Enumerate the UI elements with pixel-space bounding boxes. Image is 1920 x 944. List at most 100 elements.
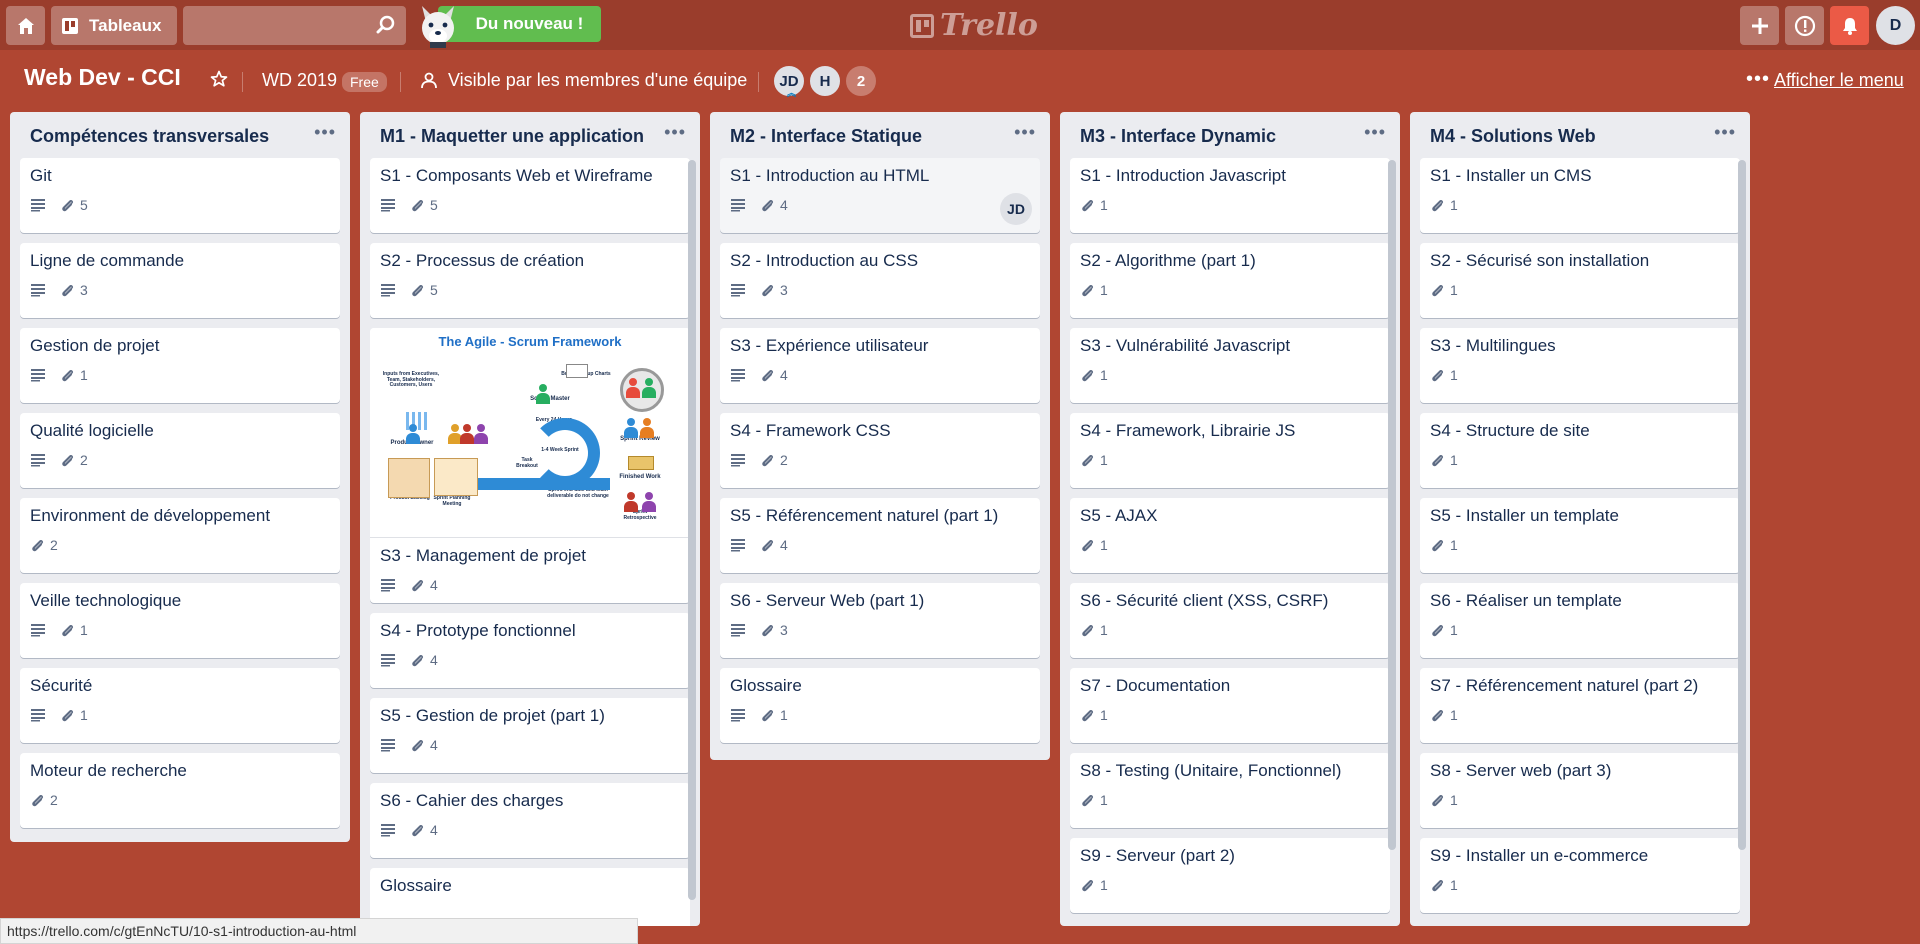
visibility-button[interactable]: Visible par les membres d'une équipe (448, 70, 747, 91)
list-scrollbar[interactable] (1738, 160, 1746, 850)
trello-logo[interactable]: Trello (910, 8, 1038, 43)
boards-button[interactable]: Tableaux (51, 6, 177, 45)
description-icon (731, 369, 745, 382)
list-title[interactable]: M2 - Interface Statique (730, 126, 922, 147)
sprint-backlog-arrow-icon (460, 478, 610, 490)
search-icon[interactable] (376, 15, 396, 35)
list-column[interactable]: M3 - Interface Dynamic ••• S1 - Introducti… (1060, 112, 1400, 926)
card[interactable]: Veille technologique 1 (20, 583, 340, 658)
add-button[interactable] (1740, 6, 1779, 45)
card[interactable]: S2 - Processus de création 5 (370, 243, 690, 318)
list-menu-icon[interactable]: ••• (664, 122, 686, 143)
description-icon (381, 739, 395, 752)
card[interactable]: S3 - Expérience utilisateur 4 (720, 328, 1040, 403)
taco-mascot-icon[interactable] (416, 2, 460, 48)
search-input[interactable] (183, 6, 406, 45)
list-menu-icon[interactable]: ••• (1014, 122, 1036, 143)
card[interactable]: S6 - Réaliser un template 1 (1420, 583, 1740, 658)
card[interactable]: S5 - AJAX 1 (1070, 498, 1390, 573)
more-members-count[interactable]: 2 (844, 64, 878, 98)
board-title[interactable]: Web Dev - CCI (24, 64, 181, 91)
whats-new-button[interactable]: Du nouveau ! (438, 6, 601, 42)
card[interactable]: S2 - Sécurisé son installation 1 (1420, 243, 1740, 318)
card[interactable]: S2 - Algorithme (part 1) 1 (1070, 243, 1390, 318)
card[interactable]: S4 - Structure de site 1 (1420, 413, 1740, 488)
card[interactable]: S9 - Serveur (part 2) 1 (1070, 838, 1390, 913)
card[interactable]: S3 - Multilingues 1 (1420, 328, 1740, 403)
card[interactable]: S3 - Vulnérabilité Javascript 1 (1070, 328, 1390, 403)
member-avatar[interactable]: JD ︽ (772, 64, 806, 98)
list-scrollbar[interactable] (1388, 160, 1396, 850)
list-column[interactable]: M4 - Solutions Web ••• S1 - Installer un C… (1410, 112, 1750, 926)
card[interactable]: The Agile - Scrum Framework Inputs from E… (370, 328, 690, 603)
list-header[interactable]: M2 - Interface Statique ••• (710, 112, 1050, 158)
attachment-icon (1082, 539, 1093, 551)
card[interactable]: S4 - Prototype fonctionnel 4 (370, 613, 690, 688)
list-column[interactable]: M1 - Maquetter une application ••• S1 - Co… (360, 112, 700, 926)
list-title[interactable]: Compétences transversales (30, 126, 269, 147)
team-name[interactable]: WD 2019 (262, 70, 337, 91)
card[interactable]: S7 - Référencement naturel (part 2) 1 (1420, 668, 1740, 743)
card[interactable]: S1 - Introduction Javascript 1 (1070, 158, 1390, 233)
card[interactable]: Git 5 (20, 158, 340, 233)
card[interactable]: S2 - Introduction au CSS 3 (720, 243, 1040, 318)
attachment-count: 1 (1100, 622, 1108, 638)
card[interactable]: S5 - Référencement naturel (part 1) 4 (720, 498, 1040, 573)
cover-label: Finished Work (619, 474, 661, 480)
list-header[interactable]: Compétences transversales ••• (10, 112, 350, 158)
card-title: Git (30, 166, 52, 185)
card-title: S5 - Installer un template (1430, 506, 1619, 525)
list-column[interactable]: Compétences transversales ••• Git 5 Ligne d… (10, 112, 350, 842)
card[interactable]: S1 - Composants Web et Wireframe 5 (370, 158, 690, 233)
card-title: S6 - Réaliser un template (1430, 591, 1622, 610)
card[interactable]: Environment de développement 2 (20, 498, 340, 573)
list-title[interactable]: M4 - Solutions Web (1430, 126, 1596, 147)
card[interactable]: S6 - Sécurité client (XSS, CSRF) 1 (1070, 583, 1390, 658)
card-member-avatar[interactable]: JD (1000, 193, 1032, 225)
list-title[interactable]: M3 - Interface Dynamic (1080, 126, 1276, 147)
search-box[interactable] (183, 6, 406, 45)
card[interactable]: S1 - Introduction au HTML 4 JD (720, 158, 1040, 233)
card[interactable]: Sécurité 1 (20, 668, 340, 743)
card[interactable]: S4 - Framework CSS 2 (720, 413, 1040, 488)
attachment-count: 1 (780, 707, 788, 723)
card[interactable]: Glossaire 1 (720, 668, 1040, 743)
card[interactable]: S8 - Server web (part 3) 1 (1420, 753, 1740, 828)
home-button[interactable] (6, 6, 45, 45)
card[interactable]: S6 - Cahier des charges 4 (370, 783, 690, 858)
user-avatar[interactable]: D (1876, 6, 1915, 45)
card[interactable]: Ligne de commande 3 (20, 243, 340, 318)
card[interactable]: Qualité logicielle 2 (20, 413, 340, 488)
member-avatar[interactable]: H (808, 64, 842, 98)
card[interactable]: S5 - Installer un template 1 (1420, 498, 1740, 573)
star-icon[interactable] (210, 70, 228, 88)
card[interactable]: S5 - Gestion de projet (part 1) 4 (370, 698, 690, 773)
card[interactable]: S8 - Testing (Unitaire, Fonctionnel) 1 (1070, 753, 1390, 828)
list-header[interactable]: M4 - Solutions Web ••• (1410, 112, 1750, 158)
list-column[interactable]: M2 - Interface Statique ••• S1 - Introduct… (710, 112, 1050, 760)
card-badges: 1 (1430, 875, 1730, 895)
list-title[interactable]: M1 - Maquetter une application (380, 126, 644, 147)
list-menu-icon[interactable]: ••• (314, 122, 336, 143)
list-header[interactable]: M3 - Interface Dynamic ••• (1060, 112, 1400, 158)
card-badges: 1 (1430, 620, 1730, 640)
list-scrollbar[interactable] (688, 160, 696, 900)
card[interactable]: S7 - Documentation 1 (1070, 668, 1390, 743)
info-button[interactable] (1785, 6, 1824, 45)
attachment-badge: 4 (410, 737, 438, 753)
card[interactable]: Moteur de recherche 2 (20, 753, 340, 828)
more-dots-icon[interactable]: ••• (1746, 68, 1770, 91)
list-menu-icon[interactable]: ••• (1714, 122, 1736, 143)
show-menu-link[interactable]: Afficher le menu (1774, 70, 1904, 91)
card[interactable]: S4 - Framework, Librairie JS 1 (1070, 413, 1390, 488)
attachment-badge: 3 (60, 282, 88, 298)
card[interactable]: S6 - Serveur Web (part 1) 3 (720, 583, 1040, 658)
attachment-badge: 1 (1080, 367, 1108, 383)
card[interactable]: S1 - Installer un CMS 1 (1420, 158, 1740, 233)
card-badges: 2 (30, 450, 330, 470)
card[interactable]: Gestion de projet 1 (20, 328, 340, 403)
card[interactable]: S9 - Installer un e-commerce 1 (1420, 838, 1740, 913)
notifications-button[interactable] (1830, 6, 1869, 45)
list-header[interactable]: M1 - Maquetter une application ••• (360, 112, 700, 158)
list-menu-icon[interactable]: ••• (1364, 122, 1386, 143)
